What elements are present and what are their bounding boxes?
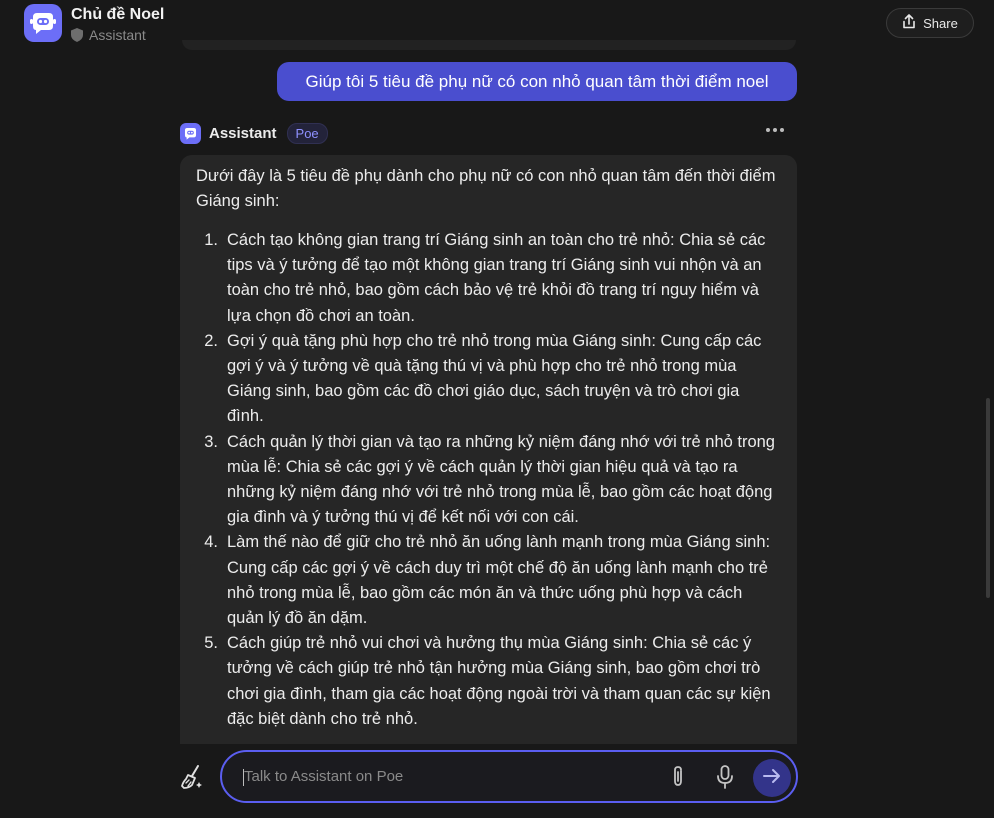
list-item-number: 3.	[204, 432, 218, 451]
send-button[interactable]	[753, 759, 791, 797]
answer-intro: Dưới đây là 5 tiêu đề phụ dành cho phụ n…	[196, 167, 776, 210]
share-icon	[902, 14, 916, 32]
subtitle-label: Assistant	[89, 27, 146, 43]
user-message: Giúp tôi 5 tiêu đề phụ nữ có con nhỏ qua…	[277, 62, 797, 101]
share-label: Share	[923, 15, 958, 31]
send-arrow-icon	[762, 767, 782, 790]
poe-badge: Poe	[286, 122, 328, 144]
scrollbar[interactable]	[986, 398, 990, 598]
shield-icon	[71, 28, 83, 42]
list-item-text: Làm thế nào để giữ cho trẻ nhỏ ăn uống l…	[227, 533, 771, 628]
bot-message: Dưới đây là 5 tiêu đề phụ dành cho phụ n…	[180, 155, 797, 755]
chat-title: Chủ đề Noel	[71, 6, 165, 23]
list-item-text: Cách tạo không gian trang trí Giáng sinh…	[227, 231, 766, 325]
attach-icon[interactable]	[668, 765, 688, 789]
answer-list: 1. Cách tạo không gian trang trí Giáng s…	[196, 228, 781, 732]
list-item-number: 5.	[204, 634, 218, 653]
bot-message-header: Assistant Poe	[180, 122, 796, 144]
bot-mini-avatar-icon[interactable]	[180, 122, 201, 144]
more-options-icon[interactable]	[766, 128, 784, 132]
previous-message-edge	[182, 40, 796, 50]
list-item: 2. Gợi ý quà tặng phù hợp cho trẻ nhỏ tr…	[196, 329, 781, 430]
list-item-number: 1.	[204, 231, 218, 249]
list-item-text: Cách giúp trẻ nhỏ vui chơi và hưởng thụ …	[227, 634, 771, 728]
list-item: 1. Cách tạo không gian trang trí Giáng s…	[196, 228, 781, 329]
list-item-text: Gợi ý quà tặng phù hợp cho trẻ nhỏ trong…	[227, 331, 762, 426]
message-input[interactable]: Talk to Assistant on Poe	[220, 750, 798, 803]
mic-icon[interactable]	[716, 765, 734, 790]
list-item-text: Cách quản lý thời gian và tạo ra những k…	[227, 432, 775, 527]
list-item-number: 4.	[204, 533, 218, 552]
list-item: 5. Cách giúp trẻ nhỏ vui chơi và hưởng t…	[196, 631, 781, 732]
share-button[interactable]: Share	[886, 8, 974, 38]
list-item: 4. Làm thế nào để giữ cho trẻ nhỏ ăn uốn…	[196, 530, 781, 631]
bot-subtitle: Assistant	[71, 27, 146, 43]
list-item-number: 2.	[204, 331, 218, 350]
broom-icon[interactable]	[179, 764, 205, 790]
bot-name[interactable]: Assistant	[209, 125, 277, 142]
input-placeholder: Talk to Assistant on Poe	[244, 768, 404, 785]
list-item: 3. Cách quản lý thời gian và tạo ra nhữn…	[196, 430, 781, 531]
bot-avatar-icon[interactable]	[24, 4, 62, 42]
